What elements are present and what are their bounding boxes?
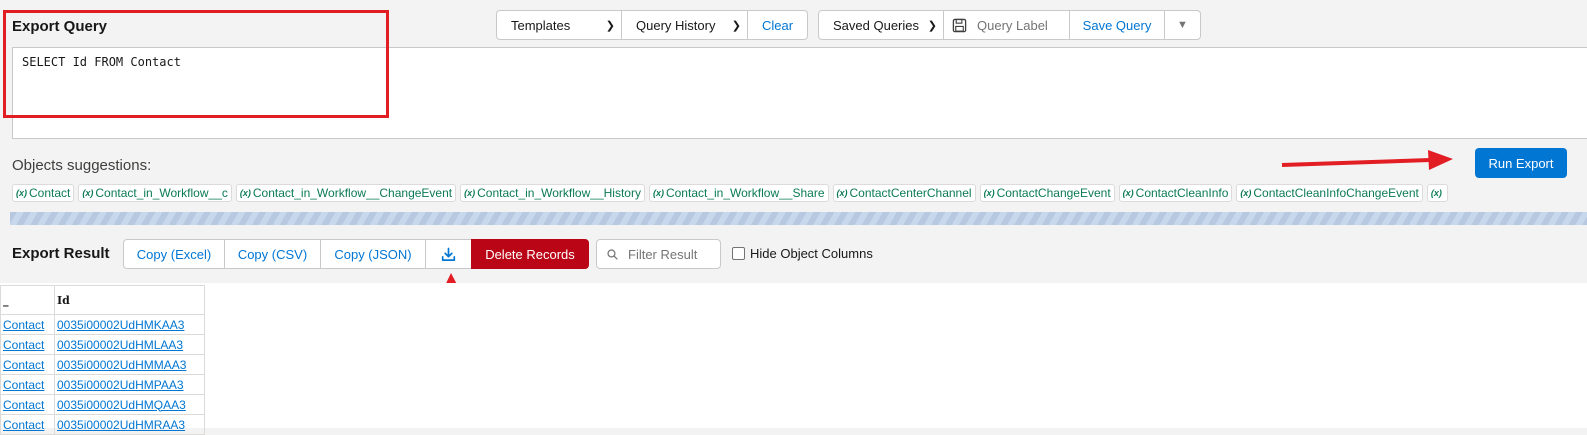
object-link[interactable]: Contact [3,338,44,352]
column-header[interactable]: _ [0,285,55,315]
copy-csv-button[interactable]: Copy (CSV) [224,239,321,269]
formula-icon: (x) [464,188,476,198]
resize-divider[interactable] [10,212,1587,225]
table-row: Contact 0035i00002UdHMPAA3 [0,374,205,395]
table-row: Contact 0035i00002UdHMQAA3 [0,394,205,415]
suggestion-chip-partial[interactable]: (x) [1426,184,1448,202]
result-table-area [0,283,1587,428]
formula-icon: (x) [1240,188,1252,198]
record-id-link[interactable]: 0035i00002UdHMKAA3 [57,318,184,332]
delete-records-button[interactable]: Delete Records [471,239,589,269]
filter-result-field[interactable] [596,239,721,269]
hide-object-columns-label: Hide Object Columns [750,246,873,261]
templates-label: Templates [511,17,571,33]
table-row: Contact 0035i00002UdHMMAA3 [0,354,205,375]
formula-icon: (x) [983,188,995,198]
result-actions: Copy (Excel) Copy (CSV) Copy (JSON) Dele… [123,239,589,269]
suggestion-chip[interactable]: (x) ContactCleanInfoChangeEvent [1236,184,1423,202]
hide-object-columns-toggle[interactable]: Hide Object Columns [732,246,873,261]
query-history-label: Query History [636,17,716,33]
table-row: Contact 0035i00002UdHMRAA3 [0,414,205,435]
run-export-button[interactable]: Run Export [1475,148,1567,178]
caret-down-icon: ▼ [1177,19,1188,31]
query-history-select[interactable]: Query History ❯ [622,10,748,40]
object-suggestions-list: (x) Contact (x) Contact_in_Workflow__c (x) Co… [12,184,1587,204]
more-options-button[interactable]: ▼ [1165,10,1201,40]
export-result-title: Export Result [12,245,110,262]
record-id-link[interactable]: 0035i00002UdHMMAA3 [57,358,186,372]
formula-icon: (x) [1122,188,1134,198]
table-header-row: _ Id [0,285,205,315]
checkbox[interactable] [732,247,745,260]
formula-icon: (x) [1430,188,1442,198]
clear-button[interactable]: Clear [748,10,808,40]
saved-queries-select[interactable]: Saved Queries ❯ [818,10,944,40]
record-id-link[interactable]: 0035i00002UdHMPAA3 [57,378,184,392]
record-id-link[interactable]: 0035i00002UdHMLAA3 [57,338,183,352]
formula-icon: (x) [82,188,94,198]
column-header[interactable]: Id [54,285,205,315]
copy-json-button[interactable]: Copy (JSON) [320,239,426,269]
query-label-field[interactable]: Query Label [944,10,1070,40]
suggestion-chip[interactable]: (x) Contact_in_Workflow__Share [648,184,829,202]
object-link[interactable]: Contact [3,318,44,332]
record-id-link[interactable]: 0035i00002UdHMQAA3 [57,398,186,412]
suggestion-chip[interactable]: (x) ContactCenterChannel [832,184,976,202]
templates-select[interactable]: Templates ❯ [496,10,622,40]
chevron-down-icon: ❯ [927,19,937,32]
query-label-placeholder: Query Label [977,17,1048,33]
suggestion-chip[interactable]: (x) ContactChangeEvent [979,184,1115,202]
suggestion-chip[interactable]: (x) Contact_in_Workflow__c [78,184,232,202]
save-query-button[interactable]: Save Query [1070,10,1165,40]
saved-queries-label: Saved Queries [833,17,919,33]
table-row: Contact 0035i00002UdHMLAA3 [0,334,205,355]
filter-result-input[interactable] [626,245,720,263]
objects-suggestions-label: Objects suggestions: [12,157,152,174]
object-link[interactable]: Contact [3,378,44,392]
object-link[interactable]: Contact [3,418,44,432]
result-table: _ Id Contact 0035i00002UdHMKAA3 Contact … [0,285,205,435]
suggestion-chip[interactable]: (x) Contact [12,184,75,202]
copy-excel-button[interactable]: Copy (Excel) [123,239,225,269]
record-id-link[interactable]: 0035i00002UdHMRAA3 [57,418,185,432]
download-button[interactable] [425,239,472,269]
object-link[interactable]: Contact [3,358,44,372]
search-icon [607,248,618,260]
chevron-down-icon: ❯ [605,19,615,32]
formula-icon: (x) [652,188,664,198]
save-icon [952,18,967,32]
object-link[interactable]: Contact [3,398,44,412]
suggestion-chip[interactable]: (x) Contact_in_Workflow__History [460,184,645,202]
suggestion-chip[interactable]: (x) Contact_in_Workflow__ChangeEvent [235,184,457,202]
annotation-arrow-right [1281,150,1453,170]
chevron-down-icon: ❯ [731,19,741,32]
formula-icon: (x) [836,188,848,198]
download-icon [441,247,456,261]
suggestion-chip[interactable]: (x) ContactCleanInfo [1118,184,1233,202]
annotation-highlight-box [3,10,389,118]
formula-icon: (x) [16,188,27,198]
formula-icon: (x) [239,188,251,198]
table-row: Contact 0035i00002UdHMKAA3 [0,314,205,335]
